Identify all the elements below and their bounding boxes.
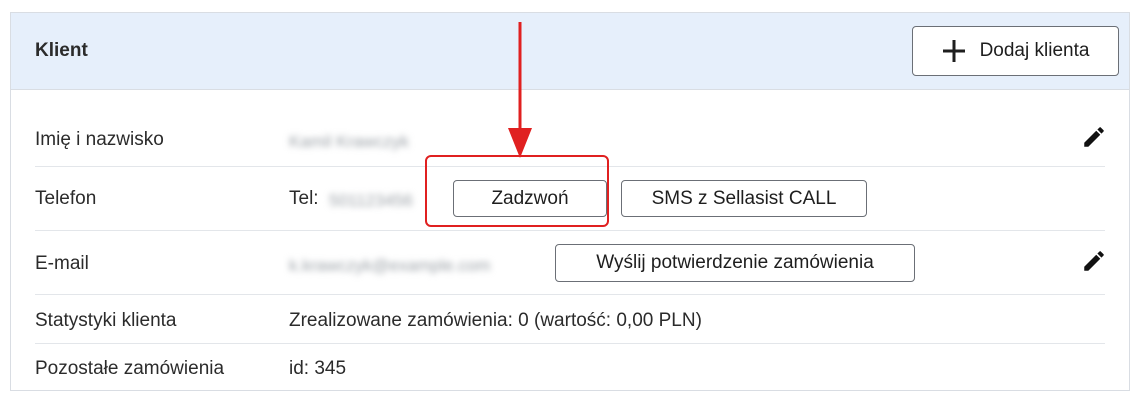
email-value: k.krawczyk@example.com xyxy=(289,256,491,275)
call-button-highlight xyxy=(425,155,609,227)
row-divider xyxy=(35,343,1105,344)
other-orders-value[interactable]: id: 345 xyxy=(289,358,346,380)
annotation-arrow-icon xyxy=(508,22,532,158)
panel-title: Klient xyxy=(35,40,88,61)
email-label: E-mail xyxy=(35,253,89,274)
phone-value: 501123456 xyxy=(329,191,413,210)
stats-label: Statystyki klienta xyxy=(35,310,177,331)
add-client-label: Dodaj klienta xyxy=(979,40,1090,61)
other-orders-label: Pozostałe zamówienia xyxy=(35,358,225,379)
sms-sellasist-call-button[interactable]: SMS z Sellasist CALL xyxy=(621,180,867,217)
plus-icon xyxy=(942,40,965,62)
row-divider xyxy=(35,230,1105,231)
stats-value: Zrealizowane zamówienia: 0 (wartość: 0,0… xyxy=(289,310,702,331)
name-label: Imię i nazwisko xyxy=(35,129,164,150)
add-client-button[interactable]: Dodaj klienta xyxy=(912,26,1119,76)
edit-name-pencil-icon[interactable] xyxy=(1081,124,1107,150)
name-value: Kamil Krawczyk xyxy=(289,132,409,151)
row-divider xyxy=(35,294,1105,295)
phone-prefix: Tel: xyxy=(289,188,319,209)
client-panel-header: Klient Dodaj klienta xyxy=(11,13,1129,90)
send-order-confirmation-button[interactable]: Wyślij potwierdzenie zamówienia xyxy=(555,244,915,282)
phone-label: Telefon xyxy=(35,188,97,209)
edit-email-pencil-icon[interactable] xyxy=(1081,248,1107,274)
